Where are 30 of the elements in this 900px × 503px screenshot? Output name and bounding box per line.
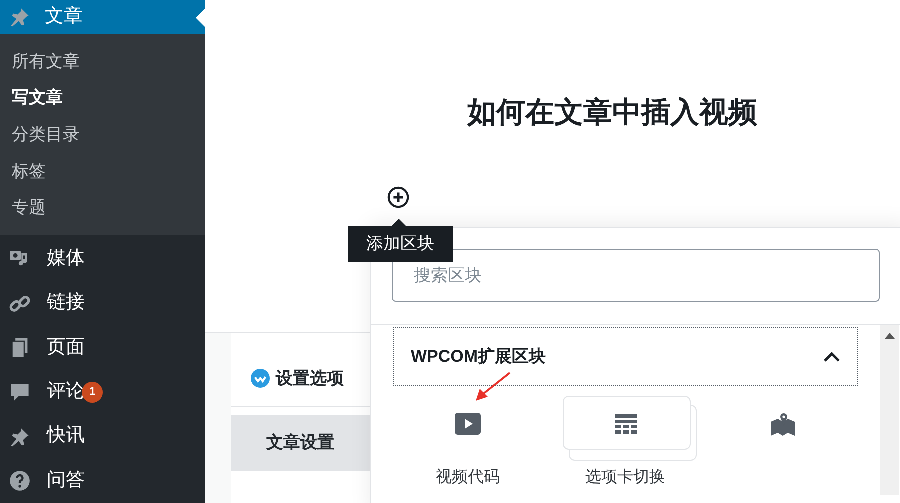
video-icon [455, 413, 481, 435]
category-header[interactable]: WPCOM扩展区块 [393, 327, 858, 386]
submenu-item[interactable]: 分类目录 [0, 116, 205, 154]
sidebar-item[interactable]: 文章 [0, 0, 205, 34]
pin-icon [9, 6, 31, 28]
submenu-item[interactable]: 写文章 [0, 80, 205, 116]
sidebar-item[interactable]: 问答 [47, 466, 85, 496]
sidebar-item[interactable]: 媒体 [47, 245, 85, 274]
help-icon [9, 470, 31, 492]
map-icon [771, 411, 795, 437]
settings-tab[interactable]: 文章设置 [231, 415, 370, 471]
tooltip-pointer [392, 219, 406, 226]
tooltip: 添加区块 [348, 226, 453, 262]
sidebar-item[interactable]: 快讯 [47, 422, 85, 451]
panel-title: 设置选项 [276, 368, 344, 390]
table-layout-icon [614, 414, 636, 434]
sidebar-item[interactable]: 评论 [47, 378, 85, 406]
block-item[interactable]: 选项卡切换 [560, 394, 690, 494]
post-title[interactable]: 如何在文章中插入视频 [468, 92, 758, 136]
check-badge-icon [251, 369, 270, 388]
scroll-up-icon[interactable] [884, 333, 894, 339]
add-block-icon[interactable] [387, 186, 410, 209]
block-item[interactable]: 视频代码 [403, 394, 533, 494]
sidebar-item[interactable]: 页面 [47, 334, 85, 362]
pin-icon [9, 426, 31, 448]
submenu-item[interactable]: 标签 [0, 153, 205, 190]
count-badge: 1 [82, 382, 103, 404]
sidebar-item[interactable]: 链接 [47, 289, 85, 318]
submenu-item[interactable]: 所有文章 [0, 43, 205, 80]
submenu-item[interactable]: 专题 [0, 190, 205, 226]
